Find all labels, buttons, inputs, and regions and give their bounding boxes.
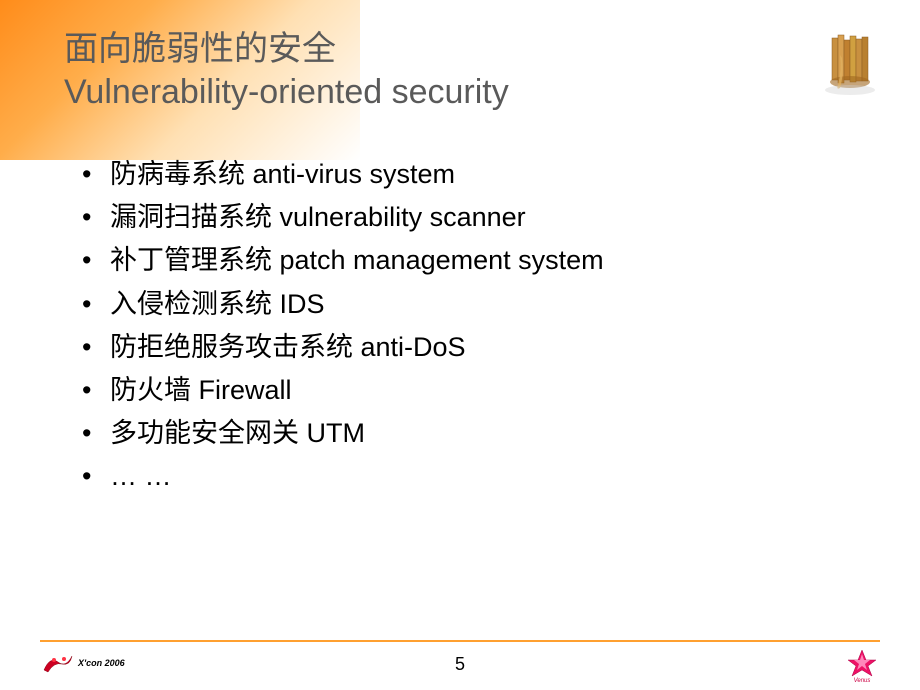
list-item: 防拒绝服务攻击系统 anti-DoS: [82, 326, 920, 369]
list-item: 防病毒系统 anti-virus system: [82, 153, 920, 196]
list-item: 入侵检测系统 IDS: [82, 283, 920, 326]
svg-text:Venus: Venus: [854, 678, 871, 684]
title-chinese: 面向脆弱性的安全: [64, 28, 920, 71]
list-item: 补丁管理系统 patch management system: [82, 239, 920, 282]
slide-header: 面向脆弱性的安全 Vulnerability-oriented security: [0, 0, 920, 113]
xcon-text: X'con 2006: [78, 658, 125, 668]
slide-footer: 5 X'con 2006 Venus: [0, 640, 920, 690]
xcon-logo: X'con 2006: [40, 648, 125, 678]
title-english: Vulnerability-oriented security: [64, 71, 920, 114]
barrel-icon: [810, 20, 890, 100]
list-item: … …: [82, 455, 920, 498]
footer-divider: [40, 640, 880, 642]
page-number: 5: [455, 654, 465, 675]
slide-content: 防病毒系统 anti-virus system 漏洞扫描系统 vulnerabi…: [0, 113, 920, 499]
venus-logo: Venus: [842, 646, 882, 689]
list-item: 多功能安全网关 UTM: [82, 412, 920, 455]
list-item: 防火墙 Firewall: [82, 369, 920, 412]
bullet-list: 防病毒系统 anti-virus system 漏洞扫描系统 vulnerabi…: [82, 153, 920, 499]
list-item: 漏洞扫描系统 vulnerability scanner: [82, 196, 920, 239]
